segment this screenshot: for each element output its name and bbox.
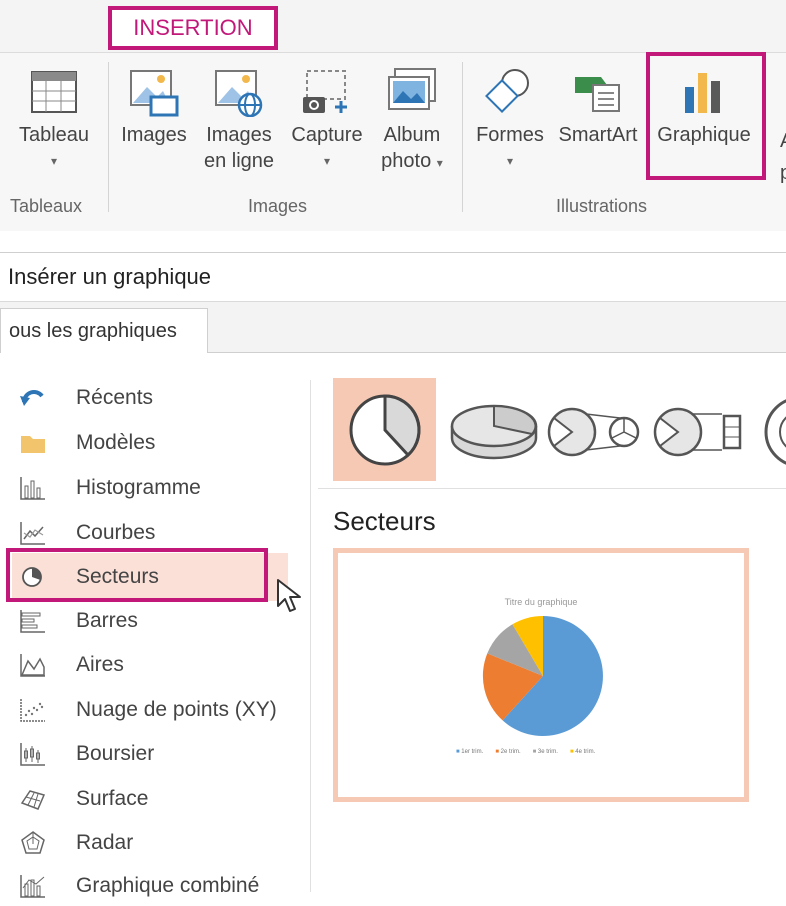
category-item-histogramme[interactable]: Histogramme xyxy=(14,468,284,508)
category-item-courbes[interactable]: Courbes xyxy=(14,513,284,553)
category-label: Surface xyxy=(76,787,149,810)
shapes-button[interactable]: Formes ▾ xyxy=(470,62,550,174)
group-label-images: Images xyxy=(248,196,308,216)
album-label-2: photo ▾ xyxy=(381,150,443,172)
album-label-1: Album xyxy=(383,124,441,146)
capture-button[interactable]: Capture ▾ xyxy=(284,62,370,174)
capture-label: Capture xyxy=(291,124,363,146)
group-label-tableaux: Tableaux xyxy=(10,196,83,216)
category-item-aires[interactable]: Aires xyxy=(14,645,284,685)
smartart-button[interactable]: SmartArt xyxy=(552,62,644,148)
chevron-down-icon: ▾ xyxy=(50,154,58,168)
category-label: Courbes xyxy=(76,521,156,544)
stock-chart-icon xyxy=(20,743,45,766)
truncated-button: p xyxy=(780,162,786,184)
ribbon-separator xyxy=(108,62,109,212)
folder-icon xyxy=(21,436,45,453)
shapes-label: Formes xyxy=(476,124,544,146)
category-item-surface[interactable]: Surface xyxy=(14,779,284,819)
dialog-title: Insérer un graphique xyxy=(0,252,786,302)
preview-chart-title: Titre du graphique xyxy=(504,597,578,607)
category-label: Récents xyxy=(76,386,154,409)
subtype-heading: Secteurs xyxy=(333,506,436,536)
table-label: Tableau xyxy=(18,124,90,146)
radar-chart-icon xyxy=(21,831,45,854)
tab-insertion[interactable]: INSERTION xyxy=(108,6,278,50)
images-label: Images xyxy=(121,124,187,146)
category-label: Aires xyxy=(76,653,124,676)
photo-album-button[interactable]: Album photo ▾ xyxy=(372,62,452,176)
category-item-combine[interactable]: Graphique combiné xyxy=(14,866,284,906)
3d-pie-subtype-icon[interactable] xyxy=(446,396,542,468)
preview-legend: ■ 1er trim. ■ 2e trim. ■ 3e trim. ■ 4e t… xyxy=(456,749,595,755)
category-label: Barres xyxy=(76,609,138,632)
category-label: Nuage de points (XY) xyxy=(76,698,277,721)
doughnut-subtype-icon[interactable] xyxy=(760,392,786,472)
surface-chart-icon xyxy=(20,790,46,810)
online-picture-icon xyxy=(215,70,263,117)
selected-category-highlight xyxy=(6,548,268,602)
area-chart-icon xyxy=(20,654,45,677)
chevron-down-icon: ▾ xyxy=(506,154,514,168)
smartart-label: SmartArt xyxy=(558,124,638,146)
subtype-separator xyxy=(318,488,786,489)
line-chart-icon xyxy=(20,522,45,545)
combo-chart-icon xyxy=(20,875,45,898)
legend-item: ■ 4e trim. xyxy=(569,749,596,755)
category-item-nuage[interactable]: Nuage de points (XY) xyxy=(14,690,284,730)
category-label: Radar xyxy=(76,831,134,854)
pane-divider xyxy=(310,380,311,892)
bar-of-pie-subtype-icon[interactable] xyxy=(652,402,752,462)
category-item-boursier[interactable]: Boursier xyxy=(14,734,284,774)
table-icon xyxy=(31,71,77,113)
group-label-illustrations: Illustrations xyxy=(556,196,648,216)
category-item-radar[interactable]: Radar xyxy=(14,823,284,863)
screenshot-icon xyxy=(303,70,347,113)
category-item-modeles[interactable]: Modèles xyxy=(14,423,284,463)
bar-chart-icon xyxy=(20,610,45,633)
category-label: Graphique combiné xyxy=(76,874,260,897)
smartart-icon xyxy=(575,77,620,112)
recent-icon xyxy=(20,390,44,406)
category-label: Boursier xyxy=(76,742,155,765)
pie-subtype-icon[interactable] xyxy=(345,390,425,470)
category-label: Modèles xyxy=(76,431,156,454)
category-label: Histogramme xyxy=(76,476,201,499)
photo-album-icon xyxy=(388,68,436,110)
online-images-button[interactable]: Images en ligne xyxy=(196,62,282,174)
shapes-icon xyxy=(485,69,529,113)
category-item-barres[interactable]: Barres xyxy=(14,601,284,641)
mouse-cursor-icon xyxy=(277,579,301,612)
online-images-label-1: Images xyxy=(206,124,272,146)
pie-of-pie-subtype-icon[interactable] xyxy=(546,402,646,462)
chart-preview[interactable]: Titre du graphique ■ 1er trim. ■ 2e trim… xyxy=(333,548,749,802)
scatter-chart-icon xyxy=(20,699,45,722)
legend-item: ■ 3e trim. xyxy=(532,749,558,755)
ribbon-separator xyxy=(462,62,463,212)
chevron-down-icon: ▾ xyxy=(323,154,331,168)
category-item-recents[interactable]: Récents xyxy=(14,378,284,418)
tab-all-charts[interactable]: ous les graphiques xyxy=(0,308,208,353)
chart-button-highlight xyxy=(646,52,766,180)
truncated-button: A xyxy=(780,130,786,153)
picture-icon xyxy=(130,70,179,117)
preview-pie xyxy=(482,616,603,736)
images-button[interactable]: Images xyxy=(114,62,194,148)
legend-item: ■ 2e trim. xyxy=(495,749,521,755)
online-images-label-2: en ligne xyxy=(203,150,275,172)
legend-item: ■ 1er trim. xyxy=(456,749,484,755)
column-chart-icon xyxy=(20,477,45,500)
table-button[interactable]: Tableau ▾ xyxy=(8,62,100,174)
